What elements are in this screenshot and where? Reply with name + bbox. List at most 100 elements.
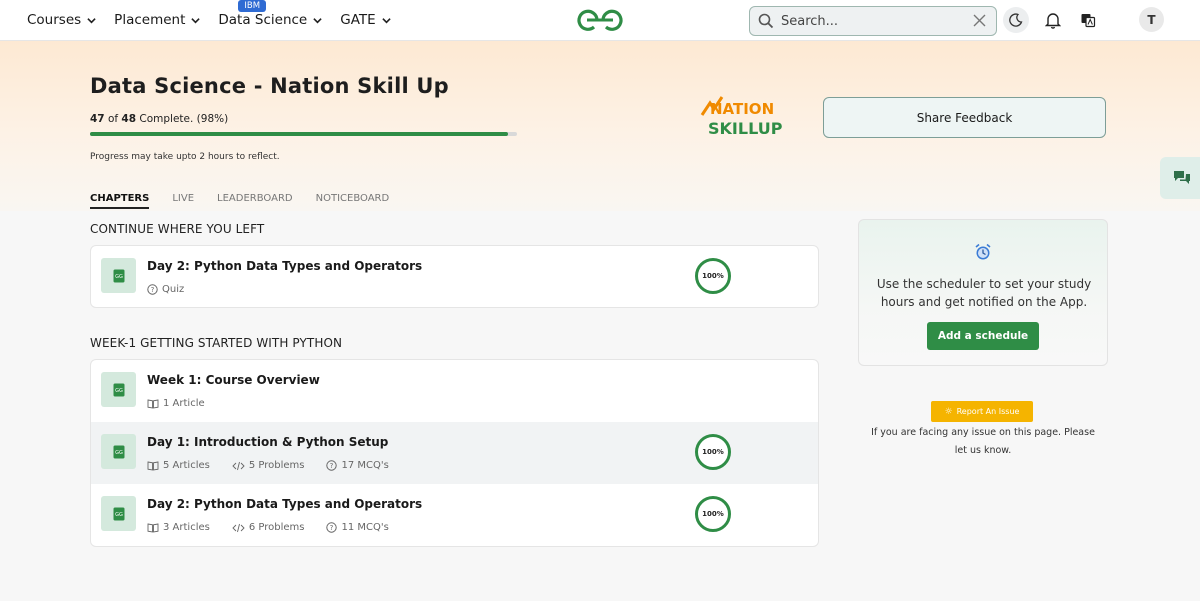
code-icon: [232, 523, 245, 532]
item-meta: ? Quiz: [147, 284, 206, 295]
top-navbar: Courses Placement IBM Data Science GATE: [0, 0, 1200, 41]
problems-label: 6 Problems: [248, 522, 305, 533]
svg-text:?: ?: [151, 286, 155, 294]
nav-gate[interactable]: GATE: [340, 12, 391, 28]
item-title: Day 2: Python Data Types and Operators: [147, 497, 423, 511]
nav-gate-label: GATE: [340, 12, 376, 28]
chapter-icon: GG: [101, 496, 136, 531]
tab-noticeboard[interactable]: NOTICEBOARD: [316, 193, 390, 209]
bug-icon: ☼: [944, 406, 953, 417]
translate-button[interactable]: [1075, 7, 1101, 33]
articles-meta: 3 Articles: [147, 522, 210, 533]
chat-button[interactable]: [1160, 157, 1200, 199]
quiz-meta: ? Quiz: [147, 284, 184, 295]
search-box[interactable]: [749, 6, 997, 36]
problems-meta: 5 Problems: [232, 460, 305, 471]
articles-meta: 1 Article: [147, 398, 205, 409]
articles-label: 3 Articles: [163, 522, 210, 533]
chat-icon: [1174, 171, 1190, 184]
book-icon: [147, 460, 159, 471]
translate-icon: [1081, 14, 1096, 28]
progress-total: 48: [121, 113, 137, 125]
chapter-icon: GG: [101, 372, 136, 407]
tab-chapters[interactable]: CHAPTERS: [90, 193, 150, 209]
chapter-icon: GG: [101, 258, 136, 293]
tab-live[interactable]: LIVE: [172, 193, 194, 209]
nav-courses-label: Courses: [27, 12, 82, 28]
search-icon: [758, 13, 774, 29]
nav-courses[interactable]: Courses: [27, 12, 96, 28]
svg-text:GG: GG: [115, 274, 123, 280]
mcq-label: 11 MCQ's: [341, 522, 389, 533]
course-tabs: CHAPTERS LIVE LEADERBOARD NOTICEBOARD: [90, 193, 412, 209]
week1-card: GG Week 1: Course Overview 1 Article GG …: [90, 359, 819, 547]
report-issue-button[interactable]: ☼ Report An Issue: [931, 401, 1033, 422]
progress-ring: 100%: [695, 434, 731, 470]
progress-ring: 100%: [695, 496, 731, 532]
problems-meta: 6 Problems: [232, 522, 305, 533]
quiz-icon: ?: [326, 460, 338, 471]
scheduler-card: Use the scheduler to set your study hour…: [858, 219, 1108, 366]
notifications-button[interactable]: [1040, 7, 1066, 33]
chevron-down-icon: [381, 17, 391, 23]
gfg-logo[interactable]: [575, 8, 625, 32]
continue-heading: CONTINUE WHERE YOU LEFT: [90, 222, 265, 236]
problems-label: 5 Problems: [248, 460, 305, 471]
nation-skillup-logo: NATION SKILLUP: [700, 96, 783, 138]
list-item[interactable]: GG Day 2: Python Data Types and Operator…: [91, 484, 818, 546]
week1-heading: WEEK-1 GETTING STARTED WITH PYTHON: [90, 336, 343, 350]
scheduler-text: Use the scheduler to set your study hour…: [876, 277, 1092, 309]
book-icon: [147, 522, 159, 533]
avatar[interactable]: T: [1139, 7, 1164, 32]
svg-text:GG: GG: [115, 388, 123, 394]
chevron-down-icon: [191, 17, 201, 23]
item-meta: 1 Article: [147, 398, 227, 409]
continue-card[interactable]: GG Day 2: Python Data Types and Operator…: [90, 245, 819, 308]
logo-line-2: SKILLUP: [708, 119, 783, 138]
report-issue-text: If you are facing any issue on this page…: [871, 427, 1095, 456]
share-feedback-button[interactable]: Share Feedback: [823, 97, 1106, 138]
progress-bar-fill: [90, 132, 509, 136]
chevron-down-icon: [313, 17, 322, 23]
dark-mode-toggle[interactable]: [1003, 7, 1029, 33]
svg-text:GG: GG: [115, 450, 123, 456]
moon-icon: [1009, 13, 1023, 27]
book-icon: [147, 398, 159, 409]
item-title: Week 1: Course Overview: [147, 373, 320, 387]
nav-data-science[interactable]: IBM Data Science: [218, 0, 322, 28]
quiz-icon: ?: [147, 284, 158, 295]
logo-line-1: NATION: [710, 100, 774, 118]
page-title: Data Science - Nation Skill Up: [90, 74, 449, 98]
svg-text:GG: GG: [115, 512, 123, 518]
item-meta: 3 Articles 6 Problems ? 11 MCQ's: [147, 522, 411, 533]
articles-label: 1 Article: [163, 398, 205, 409]
quiz-label: Quiz: [162, 284, 185, 295]
chevron-down-icon: [87, 17, 96, 23]
chapter-icon: GG: [101, 434, 136, 469]
progress-of: of: [104, 113, 122, 125]
nav-placement[interactable]: Placement: [114, 12, 201, 28]
add-schedule-button[interactable]: Add a schedule: [927, 322, 1039, 350]
progress-note: Progress may take upto 2 hours to reflec…: [90, 152, 280, 162]
search-input[interactable]: [781, 13, 961, 29]
code-icon: [232, 461, 245, 470]
report-issue-label: Report An Issue: [956, 407, 1020, 416]
close-icon[interactable]: [973, 14, 986, 27]
svg-text:?: ?: [330, 524, 334, 532]
tab-leaderboard[interactable]: LEADERBOARD: [217, 193, 293, 209]
alarm-clock-icon: [975, 243, 991, 260]
articles-label: 5 Articles: [163, 460, 210, 471]
list-item[interactable]: GG Week 1: Course Overview 1 Article: [91, 360, 818, 422]
list-item[interactable]: GG Day 1: Introduction & Python Setup 5 …: [91, 422, 818, 484]
item-title: Day 1: Introduction & Python Setup: [147, 435, 389, 449]
articles-meta: 5 Articles: [147, 460, 210, 471]
mcq-label: 17 MCQ's: [341, 460, 389, 471]
nav-data-science-label: Data Science: [218, 12, 308, 28]
mcq-meta: ? 11 MCQ's: [326, 522, 389, 533]
item-title: Day 2: Python Data Types and Operators: [147, 259, 423, 273]
list-item[interactable]: GG Day 2: Python Data Types and Operator…: [91, 246, 818, 307]
ibm-badge: IBM: [238, 0, 267, 12]
quiz-icon: ?: [326, 522, 338, 533]
mcq-meta: ? 17 MCQ's: [326, 460, 389, 471]
svg-text:?: ?: [330, 462, 334, 470]
